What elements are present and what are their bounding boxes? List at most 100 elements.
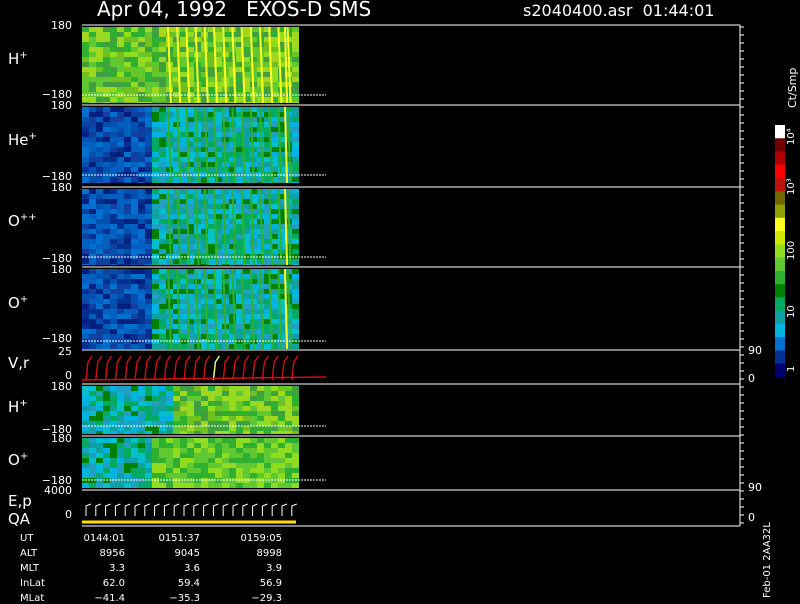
spectrogram-cell — [89, 443, 96, 448]
spectrogram-cell — [222, 448, 229, 453]
spectrogram-cell — [257, 396, 264, 401]
spectrogram-cell — [82, 167, 89, 172]
spectrogram-cell — [215, 416, 222, 421]
energy-trace — [261, 503, 268, 516]
spectrogram-cell — [110, 57, 117, 62]
spectrogram-cell — [110, 473, 117, 478]
spectrogram-cell — [138, 214, 145, 219]
spectrogram-cell — [152, 42, 159, 47]
spectrogram-cell — [180, 82, 187, 87]
spectrogram-cell — [145, 209, 152, 214]
spectrogram-cell — [271, 386, 278, 391]
spectrogram-cell — [257, 67, 264, 72]
spectrogram-cell — [271, 284, 278, 289]
spectrogram-cell — [257, 229, 264, 234]
spectrogram-cell — [145, 431, 152, 434]
spectrogram-cell — [180, 67, 187, 72]
spectrogram-cell — [187, 32, 194, 37]
spectrogram-cell — [103, 142, 110, 147]
spectrogram-cell — [103, 284, 110, 289]
spectrogram-cell — [215, 37, 222, 42]
spectrogram-cell — [180, 209, 187, 214]
row-name: InLat — [20, 578, 45, 589]
spectrogram-cell — [222, 406, 229, 411]
spectrogram-cell — [215, 289, 222, 294]
spectrogram-cell — [264, 239, 271, 244]
spectrogram-cell — [124, 244, 131, 249]
spectrogram-cell — [180, 324, 187, 329]
spectrogram-cell — [124, 112, 131, 117]
spectrogram-cell — [292, 77, 299, 82]
tick-bottom: 0 — [65, 508, 72, 521]
spectrogram-cell — [138, 401, 145, 406]
spectrogram-cell — [215, 463, 222, 468]
spectrogram-cell — [103, 314, 110, 319]
spectrogram-cell — [292, 431, 299, 434]
spectrogram-cell — [222, 453, 229, 458]
spectrogram-cell — [117, 189, 124, 194]
spectrogram-cell — [117, 314, 124, 319]
spectrogram-cell — [124, 52, 131, 57]
spectrogram-cell — [250, 468, 257, 473]
spectrogram-cell — [117, 122, 124, 127]
spectrogram-cell — [292, 112, 299, 117]
energy-trace — [95, 503, 101, 516]
spectrogram-cell — [243, 448, 250, 453]
spectrogram-cell — [145, 167, 152, 172]
spectrogram-cell — [131, 229, 138, 234]
spectrogram-cell — [124, 182, 131, 183]
spectrogram-cell — [124, 319, 131, 324]
spectrogram-cell — [131, 416, 138, 421]
spectrogram-cell — [89, 438, 96, 443]
spectrogram-cell — [243, 468, 250, 473]
spectrogram-cell — [152, 289, 159, 294]
spectrogram-cell — [110, 122, 117, 127]
spectrogram-cell — [187, 386, 194, 391]
spectrogram-cell — [159, 344, 166, 349]
spectrogram-cell — [173, 406, 180, 411]
spectrogram-cell — [82, 97, 89, 102]
spectrogram-cell — [145, 294, 152, 299]
spectrogram-cell — [257, 401, 264, 406]
spectrogram-cell — [194, 102, 201, 103]
spectrogram-cell — [103, 27, 110, 32]
spectrogram-cell — [152, 67, 159, 72]
spectrogram-cell — [89, 448, 96, 453]
spectrogram-cell — [103, 189, 110, 194]
spectrogram-cell — [271, 209, 278, 214]
spectrogram-cell — [236, 483, 243, 488]
spectrogram-cell — [145, 224, 152, 229]
spectrogram-cell — [124, 416, 131, 421]
spectrogram-cell — [159, 279, 166, 284]
spectrogram-cell — [208, 82, 215, 87]
spectrogram-cell — [110, 324, 117, 329]
spectrogram-cell — [82, 239, 89, 244]
spectrogram-cell — [103, 406, 110, 411]
spectrogram-cell — [124, 162, 131, 167]
spectrogram-cell — [124, 62, 131, 67]
spectrogram-cell — [264, 453, 271, 458]
spectrogram-cell — [117, 249, 124, 254]
spectrogram-cell — [124, 97, 131, 102]
spectrogram-cell — [96, 219, 103, 224]
spectrogram-cell — [82, 32, 89, 37]
spectrogram-cell — [110, 142, 117, 147]
spectrogram-cell — [117, 299, 124, 304]
colorbar-swatch — [775, 151, 785, 166]
spectrogram-cell — [89, 249, 96, 254]
spectrogram-cell — [159, 396, 166, 401]
spectrogram-cell — [180, 468, 187, 473]
spectrogram-cell — [250, 411, 257, 416]
spectrogram-cell — [89, 458, 96, 463]
row-name: MLat — [20, 593, 45, 604]
spectrogram-cell — [264, 259, 271, 264]
spectrogram-cell — [110, 42, 117, 47]
spectrogram-cell — [96, 426, 103, 431]
spectrogram-cell — [236, 468, 243, 473]
spectrogram-cell — [201, 421, 208, 426]
spectrogram-cell — [222, 463, 229, 468]
spectrogram-cell — [243, 426, 250, 431]
spectrogram-cell — [292, 443, 299, 448]
spectrogram-cell — [82, 107, 89, 112]
spectrogram-cell — [89, 264, 96, 265]
